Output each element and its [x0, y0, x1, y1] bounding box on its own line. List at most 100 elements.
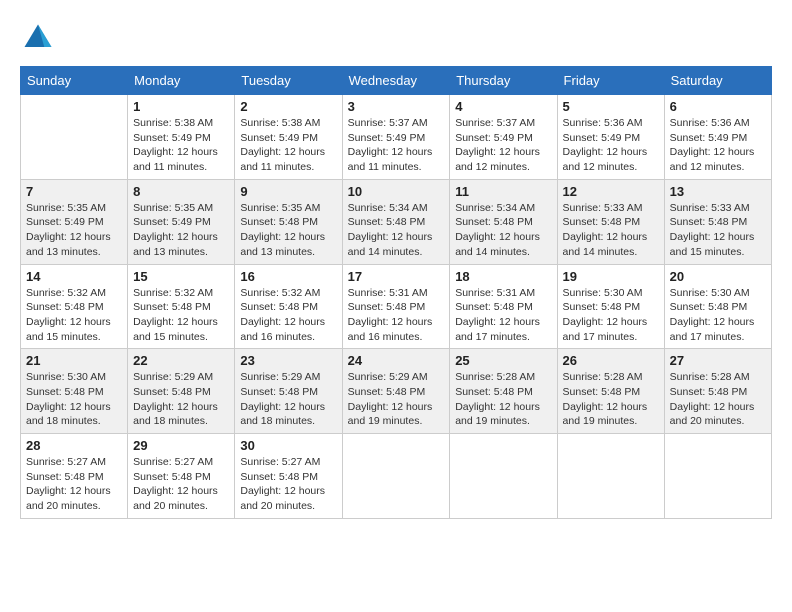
- calendar-cell: 18 Sunrise: 5:31 AM Sunset: 5:48 PM Dayli…: [450, 264, 557, 349]
- day-number: 17: [348, 269, 445, 284]
- day-number: 9: [240, 184, 336, 199]
- day-info: Sunrise: 5:31 AM Sunset: 5:48 PM Dayligh…: [348, 286, 445, 345]
- day-number: 5: [563, 99, 659, 114]
- day-info: Sunrise: 5:32 AM Sunset: 5:48 PM Dayligh…: [26, 286, 122, 345]
- day-info: Sunrise: 5:33 AM Sunset: 5:48 PM Dayligh…: [563, 201, 659, 260]
- day-number: 22: [133, 353, 229, 368]
- calendar-cell: 29 Sunrise: 5:27 AM Sunset: 5:48 PM Dayli…: [128, 434, 235, 519]
- logo-icon: [20, 20, 56, 56]
- calendar-cell: [450, 434, 557, 519]
- calendar-header-sunday: Sunday: [21, 67, 128, 95]
- day-info: Sunrise: 5:30 AM Sunset: 5:48 PM Dayligh…: [670, 286, 766, 345]
- day-number: 25: [455, 353, 551, 368]
- day-info: Sunrise: 5:38 AM Sunset: 5:49 PM Dayligh…: [133, 116, 229, 175]
- calendar-week-2: 7 Sunrise: 5:35 AM Sunset: 5:49 PM Daylig…: [21, 179, 772, 264]
- day-number: 8: [133, 184, 229, 199]
- day-number: 18: [455, 269, 551, 284]
- calendar-cell: [342, 434, 450, 519]
- calendar-header-wednesday: Wednesday: [342, 67, 450, 95]
- day-number: 14: [26, 269, 122, 284]
- day-number: 1: [133, 99, 229, 114]
- calendar-cell: 10 Sunrise: 5:34 AM Sunset: 5:48 PM Dayli…: [342, 179, 450, 264]
- day-info: Sunrise: 5:36 AM Sunset: 5:49 PM Dayligh…: [563, 116, 659, 175]
- calendar-header-friday: Friday: [557, 67, 664, 95]
- calendar-week-1: 1 Sunrise: 5:38 AM Sunset: 5:49 PM Daylig…: [21, 95, 772, 180]
- calendar-cell: 22Sunrise: 5:29 AM Sunset: 5:48 PM Dayli…: [128, 349, 235, 434]
- calendar-cell: 28 Sunrise: 5:27 AM Sunset: 5:48 PM Dayli…: [21, 434, 128, 519]
- calendar-cell: 26Sunrise: 5:28 AM Sunset: 5:48 PM Dayli…: [557, 349, 664, 434]
- calendar-cell: [557, 434, 664, 519]
- calendar-cell: 25 Sunrise: 5:28 AM Sunset: 5:48 PM Dayli…: [450, 349, 557, 434]
- calendar-cell: 8 Sunrise: 5:35 AM Sunset: 5:49 PM Daylig…: [128, 179, 235, 264]
- day-number: 6: [670, 99, 766, 114]
- day-info: Sunrise: 5:35 AM Sunset: 5:48 PM Dayligh…: [240, 201, 336, 260]
- day-info: Sunrise: 5:35 AM Sunset: 5:49 PM Dayligh…: [26, 201, 122, 260]
- calendar-cell: 16 Sunrise: 5:32 AM Sunset: 5:48 PM Dayli…: [235, 264, 342, 349]
- day-info: Sunrise: 5:37 AM Sunset: 5:49 PM Dayligh…: [455, 116, 551, 175]
- day-number: 19: [563, 269, 659, 284]
- day-info: Sunrise: 5:30 AM Sunset: 5:48 PM Dayligh…: [563, 286, 659, 345]
- day-info: Sunrise: 5:29 AM Sunset: 5:48 PM Dayligh…: [348, 370, 445, 429]
- day-info: Sunrise: 5:32 AM Sunset: 5:48 PM Dayligh…: [240, 286, 336, 345]
- day-info: Sunrise: 5:32 AM Sunset: 5:48 PM Dayligh…: [133, 286, 229, 345]
- calendar-cell: 15 Sunrise: 5:32 AM Sunset: 5:48 PM Dayli…: [128, 264, 235, 349]
- calendar-cell: 14 Sunrise: 5:32 AM Sunset: 5:48 PM Dayli…: [21, 264, 128, 349]
- calendar-cell: 4 Sunrise: 5:37 AM Sunset: 5:49 PM Daylig…: [450, 95, 557, 180]
- day-info: Sunrise: 5:28 AM Sunset: 5:48 PM Dayligh…: [455, 370, 551, 429]
- day-number: 20: [670, 269, 766, 284]
- day-number: 13: [670, 184, 766, 199]
- calendar-cell: 19 Sunrise: 5:30 AM Sunset: 5:48 PM Dayli…: [557, 264, 664, 349]
- day-number: 24: [348, 353, 445, 368]
- day-number: 15: [133, 269, 229, 284]
- day-info: Sunrise: 5:31 AM Sunset: 5:48 PM Dayligh…: [455, 286, 551, 345]
- day-info: Sunrise: 5:29 AM Sunset: 5:48 PM Dayligh…: [240, 370, 336, 429]
- calendar-cell: 20 Sunrise: 5:30 AM Sunset: 5:48 PM Dayli…: [664, 264, 771, 349]
- calendar-cell: 17 Sunrise: 5:31 AM Sunset: 5:48 PM Dayli…: [342, 264, 450, 349]
- calendar-cell: [21, 95, 128, 180]
- calendar-cell: 11 Sunrise: 5:34 AM Sunset: 5:48 PM Dayli…: [450, 179, 557, 264]
- calendar-cell: 3 Sunrise: 5:37 AM Sunset: 5:49 PM Daylig…: [342, 95, 450, 180]
- calendar-cell: 9 Sunrise: 5:35 AM Sunset: 5:48 PM Daylig…: [235, 179, 342, 264]
- day-number: 16: [240, 269, 336, 284]
- day-number: 11: [455, 184, 551, 199]
- day-info: Sunrise: 5:27 AM Sunset: 5:48 PM Dayligh…: [26, 455, 122, 514]
- day-info: Sunrise: 5:27 AM Sunset: 5:48 PM Dayligh…: [133, 455, 229, 514]
- calendar-cell: 30Sunrise: 5:27 AM Sunset: 5:48 PM Dayli…: [235, 434, 342, 519]
- calendar-cell: 13 Sunrise: 5:33 AM Sunset: 5:48 PM Dayli…: [664, 179, 771, 264]
- day-info: Sunrise: 5:30 AM Sunset: 5:48 PM Dayligh…: [26, 370, 122, 429]
- day-number: 28: [26, 438, 122, 453]
- calendar-cell: 2Sunrise: 5:38 AM Sunset: 5:49 PM Daylig…: [235, 95, 342, 180]
- calendar-cell: 1 Sunrise: 5:38 AM Sunset: 5:49 PM Daylig…: [128, 95, 235, 180]
- calendar-cell: [664, 434, 771, 519]
- calendar-cell: 12Sunrise: 5:33 AM Sunset: 5:48 PM Dayli…: [557, 179, 664, 264]
- day-number: 7: [26, 184, 122, 199]
- calendar-header-row: SundayMondayTuesdayWednesdayThursdayFrid…: [21, 67, 772, 95]
- page-header: [20, 20, 772, 56]
- calendar-week-4: 21 Sunrise: 5:30 AM Sunset: 5:48 PM Dayli…: [21, 349, 772, 434]
- calendar-header-monday: Monday: [128, 67, 235, 95]
- day-number: 2: [240, 99, 336, 114]
- day-number: 27: [670, 353, 766, 368]
- day-number: 29: [133, 438, 229, 453]
- day-number: 26: [563, 353, 659, 368]
- calendar-table: SundayMondayTuesdayWednesdayThursdayFrid…: [20, 66, 772, 519]
- calendar-header-tuesday: Tuesday: [235, 67, 342, 95]
- day-info: Sunrise: 5:37 AM Sunset: 5:49 PM Dayligh…: [348, 116, 445, 175]
- calendar-cell: 21 Sunrise: 5:30 AM Sunset: 5:48 PM Dayli…: [21, 349, 128, 434]
- day-number: 30: [240, 438, 336, 453]
- day-info: Sunrise: 5:35 AM Sunset: 5:49 PM Dayligh…: [133, 201, 229, 260]
- day-info: Sunrise: 5:34 AM Sunset: 5:48 PM Dayligh…: [348, 201, 445, 260]
- day-number: 3: [348, 99, 445, 114]
- day-info: Sunrise: 5:33 AM Sunset: 5:48 PM Dayligh…: [670, 201, 766, 260]
- calendar-week-5: 28 Sunrise: 5:27 AM Sunset: 5:48 PM Dayli…: [21, 434, 772, 519]
- day-info: Sunrise: 5:34 AM Sunset: 5:48 PM Dayligh…: [455, 201, 551, 260]
- day-number: 21: [26, 353, 122, 368]
- logo: [20, 20, 60, 56]
- calendar-cell: 23 Sunrise: 5:29 AM Sunset: 5:48 PM Dayli…: [235, 349, 342, 434]
- day-number: 4: [455, 99, 551, 114]
- calendar-cell: 27Sunrise: 5:28 AM Sunset: 5:48 PM Dayli…: [664, 349, 771, 434]
- calendar-header-saturday: Saturday: [664, 67, 771, 95]
- day-number: 23: [240, 353, 336, 368]
- calendar-week-3: 14 Sunrise: 5:32 AM Sunset: 5:48 PM Dayli…: [21, 264, 772, 349]
- day-number: 10: [348, 184, 445, 199]
